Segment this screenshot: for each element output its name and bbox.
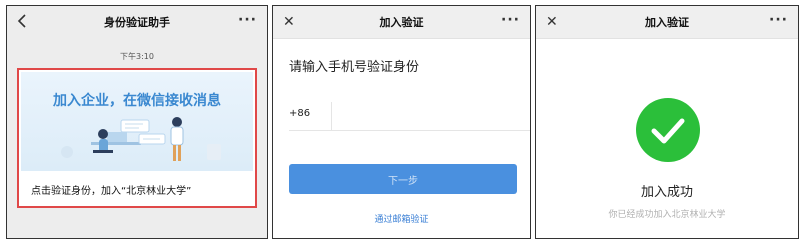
success-panel: ✕ 加入验证 ··· 加入成功 你已经成功加入北京林业大学: [535, 5, 799, 239]
success-title: 加入成功: [640, 185, 693, 200]
chat-panel: 身份验证助手 ··· 下午3:10 加入企业，在微信接收消息 点击验证身份，加入…: [6, 5, 268, 239]
email-verify-link[interactable]: 通过邮箱验证: [273, 212, 530, 225]
next-button[interactable]: 下一步: [289, 164, 517, 194]
success-subtitle: 你已经成功加入北京林业大学: [608, 210, 726, 220]
more-icon[interactable]: ···: [769, 12, 788, 28]
close-icon[interactable]: ✕: [546, 14, 558, 30]
verify-banner: 加入企业，在微信接收消息: [21, 72, 253, 171]
phone-prompt: 请输入手机号验证身份: [289, 60, 420, 75]
country-code[interactable]: +86: [289, 108, 310, 119]
message-timestamp: 下午3:10: [120, 52, 154, 61]
phone-input-row: +86: [289, 102, 530, 131]
illustration-people-icon: [61, 117, 221, 161]
phone-input[interactable]: [339, 106, 523, 128]
verify-title: 加入验证: [379, 16, 424, 29]
chat-title: 身份验证助手: [104, 16, 170, 29]
close-icon[interactable]: ✕: [283, 14, 295, 30]
back-icon[interactable]: [17, 14, 27, 32]
card-caption: 点击验证身份，加入“北京林业大学”: [31, 186, 192, 197]
success-header: ✕ 加入验证 ···: [536, 6, 798, 39]
more-icon[interactable]: ···: [501, 12, 520, 28]
more-icon[interactable]: ···: [238, 12, 257, 28]
success-check-icon: [636, 98, 700, 162]
verify-header: ✕ 加入验证 ···: [273, 6, 530, 39]
phone-verify-panel: ✕ 加入验证 ··· 请输入手机号验证身份 +86 下一步 通过邮箱验证: [272, 5, 531, 239]
phone-divider: [331, 102, 332, 130]
verify-message-card[interactable]: 加入企业，在微信接收消息 点击验证身份，加入“北京林业大学”: [17, 68, 257, 208]
success-header-title: 加入验证: [645, 16, 689, 29]
chat-header: 身份验证助手 ···: [7, 6, 267, 38]
